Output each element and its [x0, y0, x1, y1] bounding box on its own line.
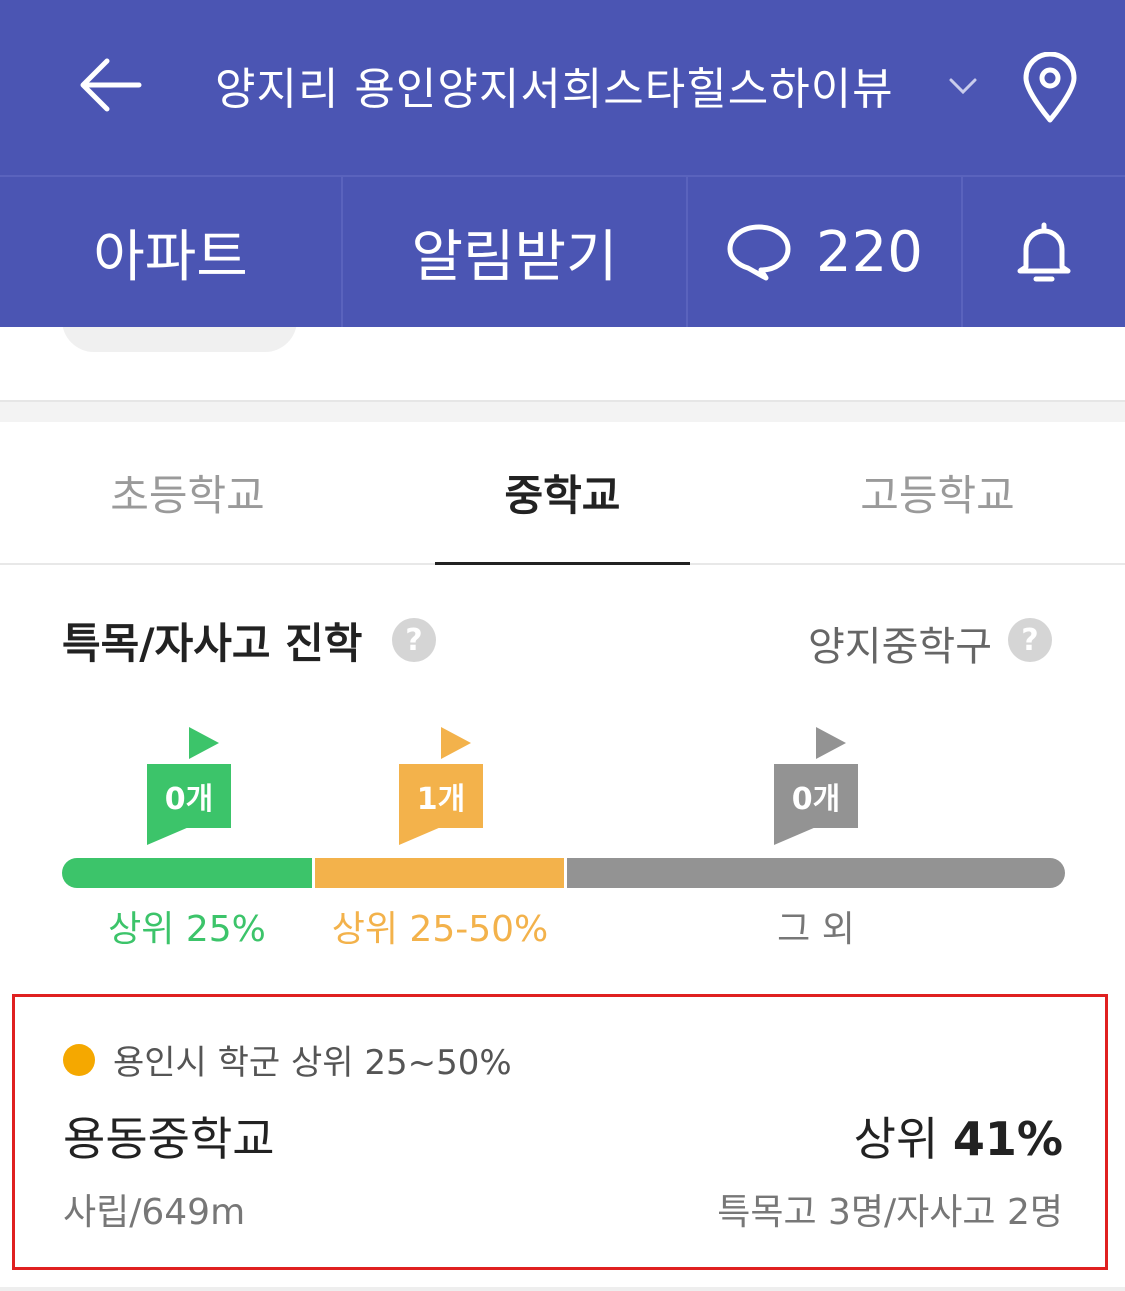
school-meta: 사립/649m	[63, 1192, 246, 1233]
tab-comments[interactable]: 220	[688, 177, 963, 327]
bar-segment-top25	[62, 858, 312, 888]
bar-label-top25-50: 상위 25-50%	[331, 909, 549, 950]
comment-count: 220	[816, 219, 923, 285]
flag-count-others: 0개	[774, 764, 858, 828]
tab-high-school-label: 고등학교	[860, 471, 1015, 520]
flag-count-top25: 0개	[147, 764, 231, 828]
flag-pennant	[441, 727, 471, 759]
chevron-down-icon	[949, 78, 977, 95]
flag-top25: 0개	[147, 727, 231, 847]
bar-segment-others	[567, 858, 1065, 888]
header-top-bar: 양지리 용인양지서희스타힐스하이뷰	[0, 0, 1125, 175]
school-category-text: 용인시 학군 상위 25~50%	[113, 1043, 512, 1083]
help-icon[interactable]: ?	[392, 618, 436, 662]
apartment-title-selector[interactable]: 양지리 용인양지서희스타힐스하이뷰	[215, 50, 985, 120]
flag-tail	[774, 827, 816, 845]
app-header: 양지리 용인양지서희스타힐스하이뷰 아파트 알림받기 220	[0, 0, 1125, 327]
tab-apartment-label: 아파트	[93, 224, 248, 290]
flag-top25-50: 1개	[399, 727, 483, 847]
tab-middle-school-label: 중학교	[504, 471, 621, 520]
bar-label-top25: 상위 25%	[108, 909, 266, 950]
school-rank: 상위 41%	[854, 1103, 1063, 1169]
category-dot-icon	[63, 1043, 95, 1076]
back-button[interactable]	[70, 50, 150, 120]
school-category: 용인시 학군 상위 25~50%	[63, 1035, 512, 1084]
flag-tail	[147, 827, 189, 845]
district-help-icon[interactable]: ?	[1008, 618, 1052, 662]
school-name: 용동중학교	[63, 1112, 275, 1166]
section-separator	[0, 400, 1125, 422]
school-admission-stats: 특목고 3명/자사고 2명	[717, 1192, 1063, 1233]
tab-notification[interactable]	[963, 177, 1125, 327]
tab-middle-school[interactable]: 중학교	[375, 422, 750, 565]
section-title: 특목/자사고 진학	[62, 619, 363, 668]
section-header: 특목/자사고 진학 ? 양지중학구 ?	[62, 610, 1062, 674]
school-level-tabs: 초등학교 중학교 고등학교	[0, 422, 1125, 565]
apartment-title: 양지리 용인양지서희스타힐스하이뷰	[215, 64, 894, 115]
school-card[interactable]: 용인시 학군 상위 25~50% 용동중학교 상위 41% 사립/649m 특목…	[12, 994, 1108, 1270]
tab-elementary[interactable]: 초등학교	[0, 422, 375, 563]
rank-prefix: 상위	[853, 1112, 939, 1166]
bell-icon	[1017, 222, 1071, 282]
back-arrow-icon	[80, 58, 142, 112]
bottom-divider	[0, 1287, 1125, 1291]
bar-label-others: 그 외	[777, 909, 855, 950]
previous-card-remnant	[0, 327, 1125, 402]
flag-pennant	[189, 727, 219, 759]
previous-card-pill	[62, 327, 297, 352]
ranking-bar	[62, 858, 1065, 888]
rank-value: 41%	[952, 1112, 1063, 1166]
location-pin-icon	[1023, 52, 1077, 123]
tab-alarm[interactable]: 알림받기	[343, 177, 688, 327]
flag-others: 0개	[774, 727, 858, 847]
location-button[interactable]	[1015, 48, 1085, 128]
bar-segment-top25-50	[315, 858, 564, 888]
tab-high-school[interactable]: 고등학교	[750, 422, 1125, 563]
tab-alarm-label: 알림받기	[411, 224, 618, 290]
flag-tail	[399, 827, 441, 845]
speech-bubble-icon	[727, 224, 791, 281]
tab-elementary-label: 초등학교	[110, 471, 265, 520]
flag-pennant	[816, 727, 846, 759]
tab-apartment[interactable]: 아파트	[0, 177, 343, 327]
flag-count-top25-50: 1개	[399, 764, 483, 828]
school-district: 양지중학구	[808, 624, 992, 670]
header-action-tabs: 아파트 알림받기 220	[0, 175, 1125, 327]
